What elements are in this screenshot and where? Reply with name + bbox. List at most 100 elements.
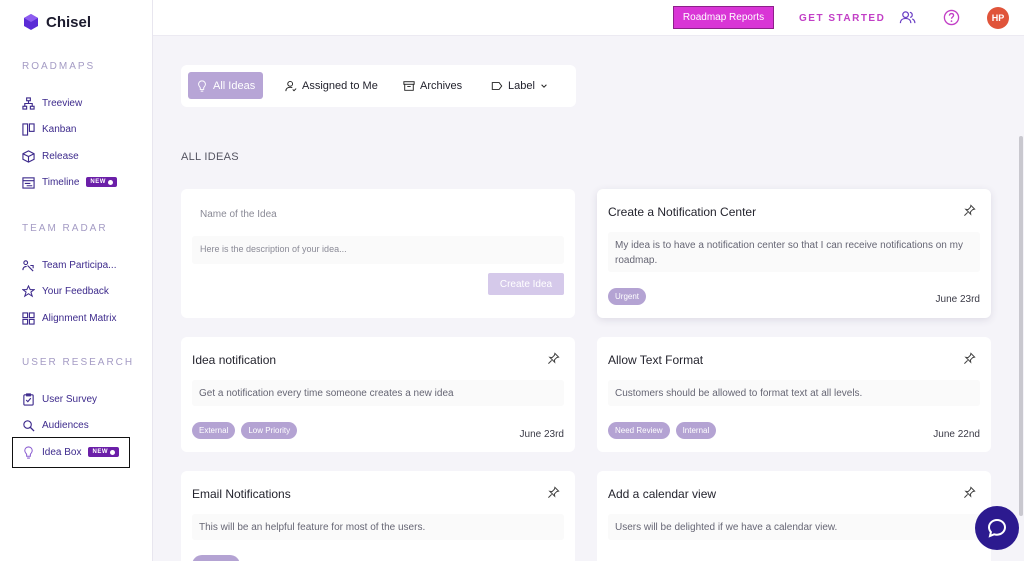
lightbulb-icon <box>24 445 33 459</box>
tag-list: External Low Priority <box>192 422 298 439</box>
sidebar-item-release[interactable]: Release <box>22 147 79 165</box>
chisel-logo-icon <box>24 14 38 30</box>
sidebar-item-audiences[interactable]: Audiences <box>22 416 89 434</box>
user-avatar[interactable]: HP <box>987 7 1009 29</box>
sidebar-item-your-feedback[interactable]: Your Feedback <box>22 282 109 300</box>
tag[interactable]: Need Review <box>608 422 670 439</box>
lightbulb-icon <box>198 79 206 92</box>
get-started-link[interactable]: GET STARTED <box>799 13 885 24</box>
idea-description: This will be an helpful feature for most… <box>192 514 564 540</box>
idea-name-input[interactable]: Name of the Idea <box>200 209 277 220</box>
archive-icon <box>403 80 415 91</box>
filter-bar: All Ideas Assigned to Me Archives Label <box>181 65 576 107</box>
logo[interactable]: Chisel <box>22 13 91 31</box>
section-title-roadmaps: ROADMAPS <box>22 61 96 72</box>
sidebar-item-label: Your Feedback <box>42 285 109 297</box>
tag[interactable] <box>192 555 240 561</box>
team-participation-icon <box>22 259 34 271</box>
matrix-icon <box>22 311 35 325</box>
section-heading: ALL IDEAS <box>181 151 239 163</box>
idea-card[interactable]: Idea notification Get a notification eve… <box>181 337 575 452</box>
chat-icon <box>987 518 1007 538</box>
tag[interactable]: Low Priority <box>241 422 298 439</box>
scrollbar-thumb[interactable] <box>1019 136 1023 516</box>
idea-date: June 22nd <box>933 429 980 440</box>
sidebar: Chisel ROADMAPS Treeview Kanban Release … <box>0 0 153 561</box>
idea-title: Add a calendar view <box>608 487 717 501</box>
idea-date: June 23rd <box>935 294 980 305</box>
timeline-icon <box>22 176 35 189</box>
idea-card[interactable]: Create a Notification Center My idea is … <box>597 189 991 318</box>
tab-all-ideas[interactable]: All Ideas <box>188 72 264 99</box>
sidebar-item-user-survey[interactable]: User Survey <box>22 390 97 408</box>
sidebar-item-label: Alignment Matrix <box>42 312 117 324</box>
section-title-team-radar: TEAM RADAR <box>22 223 108 234</box>
new-badge: NEW <box>88 447 119 457</box>
tag[interactable]: Urgent <box>608 288 647 305</box>
tag[interactable]: Internal <box>675 422 717 439</box>
tab-label: All Ideas <box>213 79 256 92</box>
idea-description: My idea is to have a notification center… <box>608 232 980 272</box>
sidebar-item-label: Idea Box <box>42 446 82 458</box>
sidebar-item-label: User Survey <box>42 393 98 405</box>
sidebar-item-label: Audiences <box>42 419 89 431</box>
user-icon <box>285 80 297 91</box>
tag-list: Need Review Internal <box>608 422 717 439</box>
survey-icon <box>23 392 34 406</box>
sidebar-item-kanban[interactable]: Kanban <box>22 120 76 138</box>
pin-icon[interactable] <box>547 486 560 499</box>
idea-description: Get a notification every time someone cr… <box>192 380 564 406</box>
chevron-down-icon <box>541 83 547 88</box>
star-icon <box>22 284 35 297</box>
pin-icon[interactable] <box>547 352 560 365</box>
tab-assigned-to-me[interactable]: Assigned to Me <box>277 72 386 99</box>
new-idea-card: Name of the Idea Here is the description… <box>181 189 575 318</box>
sidebar-item-timeline[interactable]: Timeline NEW <box>22 173 117 191</box>
create-idea-button[interactable]: Create Idea <box>488 273 564 295</box>
sidebar-item-label: Timeline <box>42 176 80 188</box>
audiences-icon <box>23 419 35 432</box>
tab-archives[interactable]: Archives <box>395 72 470 99</box>
label-icon <box>491 81 503 90</box>
sidebar-item-idea-box[interactable]: Idea Box NEW <box>22 443 119 461</box>
idea-title: Idea notification <box>192 353 277 367</box>
kanban-icon <box>22 122 35 136</box>
sidebar-item-label: Kanban <box>42 123 77 135</box>
roadmap-reports-button[interactable]: Roadmap Reports <box>673 6 774 29</box>
pin-icon[interactable] <box>963 352 976 365</box>
section-title-user-research: USER RESEARCH <box>22 357 135 368</box>
app-name: Chisel <box>46 13 92 31</box>
pin-icon[interactable] <box>963 486 976 499</box>
sidebar-item-label: Release <box>42 150 79 162</box>
sidebar-item-label: Treeview <box>42 97 83 109</box>
idea-date: June 23rd <box>519 429 564 440</box>
idea-card[interactable]: Add a calendar view Users will be deligh… <box>597 471 991 561</box>
help-icon[interactable] <box>943 9 960 26</box>
tag-list: Urgent <box>608 288 647 305</box>
tab-label: Archives <box>420 79 463 92</box>
chat-widget-button[interactable] <box>975 506 1019 550</box>
new-badge: NEW <box>86 177 117 187</box>
sidebar-item-label: Team Participa... <box>42 259 117 271</box>
sidebar-item-alignment-matrix[interactable]: Alignment Matrix <box>22 309 116 327</box>
idea-description: Customers should be allowed to format te… <box>608 380 980 406</box>
tag[interactable]: External <box>192 422 236 439</box>
idea-title: Email Notifications <box>192 487 291 501</box>
release-icon <box>22 149 35 163</box>
label-dropdown[interactable]: Label <box>483 72 556 99</box>
idea-title: Create a Notification Center <box>608 205 757 219</box>
tab-label: Assigned to Me <box>302 79 378 92</box>
idea-description: Users will be delighted if we have a cal… <box>608 514 980 540</box>
treeview-icon <box>22 96 35 110</box>
users-icon[interactable] <box>899 9 916 26</box>
idea-description-input[interactable]: Here is the description of your idea... <box>192 236 564 264</box>
idea-card[interactable]: Email Notifications This will be an help… <box>181 471 575 561</box>
scrollbar[interactable] <box>1018 36 1024 561</box>
sidebar-item-treeview[interactable]: Treeview <box>22 94 82 112</box>
sidebar-item-team-participation[interactable]: Team Participa... <box>22 256 116 274</box>
pin-icon[interactable] <box>963 204 976 217</box>
idea-title: Allow Text Format <box>608 353 704 367</box>
idea-card[interactable]: Allow Text Format Customers should be al… <box>597 337 991 452</box>
tab-label: Label <box>508 79 535 92</box>
top-bar: Roadmap Reports GET STARTED HP <box>153 0 1024 36</box>
